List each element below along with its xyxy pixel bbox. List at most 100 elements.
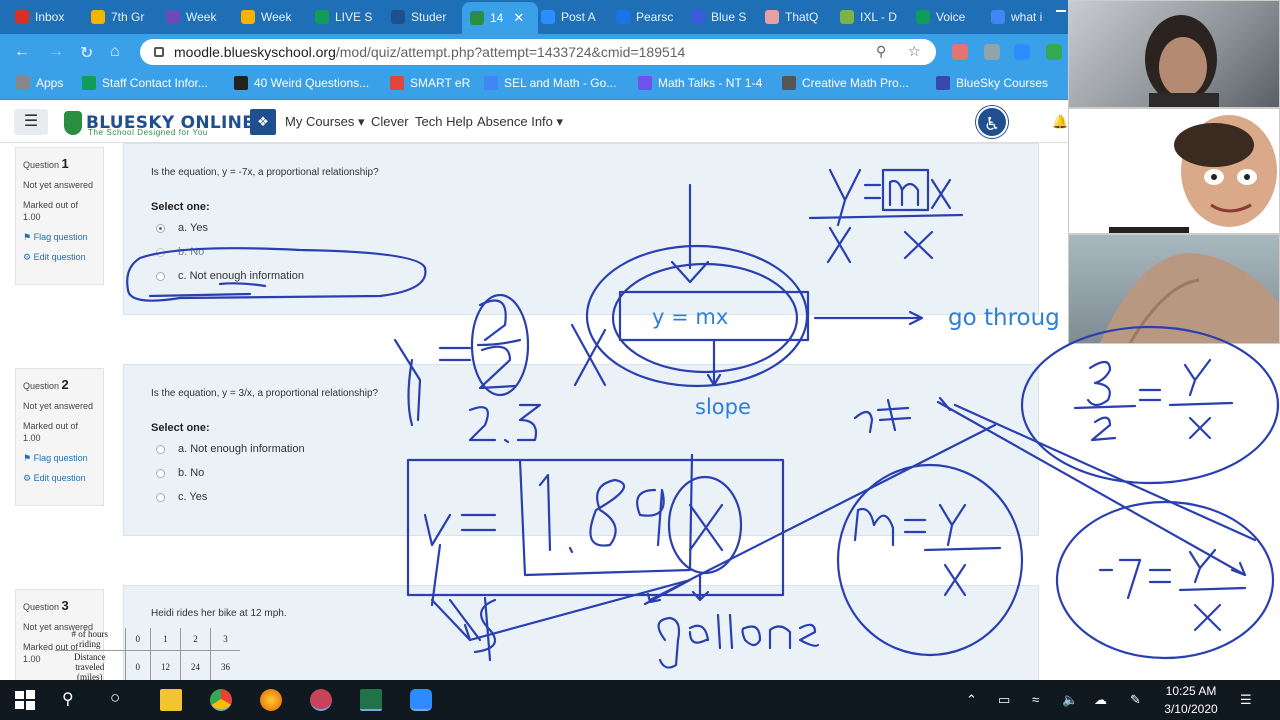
reload-icon[interactable]: ↻ [80, 43, 93, 63]
shield-logo-icon [64, 111, 82, 135]
browser-tab[interactable]: Inbox [15, 4, 83, 30]
radio-button[interactable] [156, 468, 165, 478]
windows-start-icon[interactable] [14, 689, 36, 711]
bookmark-item[interactable]: Staff Contact Infor... [82, 76, 208, 90]
onedrive-icon[interactable]: ☁ [1094, 692, 1107, 708]
tab-favicon-icon [15, 10, 29, 24]
answer-option[interactable]: b. No [156, 467, 204, 479]
tab-favicon-icon [916, 10, 930, 24]
nav-menu-item[interactable]: Clever [371, 114, 409, 129]
answer-option[interactable]: a. Yes [156, 222, 208, 234]
zoom-icon[interactable]: ⚲ [876, 43, 886, 60]
firefox-icon[interactable] [260, 689, 282, 711]
bookmark-item[interactable]: 40 Weird Questions... [234, 76, 369, 90]
radio-button[interactable] [156, 492, 165, 502]
pen-icon[interactable]: ✎ [1130, 692, 1141, 708]
option-label: c. Not enough information [178, 270, 304, 282]
notification-bell-icon[interactable]: 🔔 [1052, 114, 1068, 130]
browser-tab[interactable]: Blue S [691, 4, 759, 30]
radio-button[interactable] [156, 271, 165, 281]
wifi-icon[interactable]: ≈ [1032, 692, 1039, 707]
zoom-extension-icon[interactable] [1014, 44, 1030, 60]
question-text: Is the equation, y = -7x, a proportional… [151, 167, 379, 178]
table-cell: 36 [210, 650, 240, 680]
tab-label: 14 [490, 11, 504, 25]
nav-menu-item[interactable]: Tech Help [415, 114, 473, 129]
browser-tab[interactable]: Voice [916, 4, 984, 30]
spreadsheet-app-icon[interactable] [360, 689, 382, 711]
volume-icon[interactable]: 🔈 [1062, 692, 1078, 708]
browser-tab[interactable]: LIVE S [315, 4, 383, 30]
knit-hat-image-icon [1099, 253, 1279, 343]
site-tagline: The School Designed for You [88, 128, 208, 137]
close-tab-icon[interactable]: ✕ [513, 10, 524, 26]
bookmark-item[interactable]: Apps [16, 76, 63, 90]
battery-icon[interactable]: ▭ [998, 692, 1010, 708]
bookmark-star-icon[interactable]: ☆ [908, 43, 921, 60]
chrome-icon[interactable] [210, 689, 232, 711]
accessibility-icon[interactable]: ♿ [976, 106, 1008, 138]
bookmark-item[interactable]: SMART eR [390, 76, 470, 90]
tab-label: Studer [411, 10, 447, 24]
tab-label: Voice [936, 10, 966, 24]
radio-button[interactable] [156, 444, 165, 454]
radio-button[interactable] [156, 223, 165, 233]
clock-date[interactable]: 3/10/2020 [1160, 702, 1222, 716]
edit-question-link[interactable]: ⚙ Edit question [23, 251, 96, 263]
bookmark-label: SEL and Math - Go... [504, 76, 617, 90]
tab-label: LIVE S [335, 10, 373, 24]
screen-recorder-icon[interactable] [310, 689, 332, 711]
browser-tab[interactable]: Week [241, 4, 309, 30]
edit-question-link[interactable]: ⚙ Edit question [23, 472, 96, 484]
site-logo[interactable]: BLUESKY ONLINE The School Designed for Y… [64, 109, 254, 137]
zoom-app-icon[interactable] [410, 689, 432, 711]
edit-question-label: Edit question [33, 252, 86, 262]
clock-time[interactable]: 10:25 AM [1160, 684, 1222, 698]
answer-option[interactable]: c. Yes [156, 491, 207, 503]
nav-menu-item[interactable]: Absence Info ▾ [477, 114, 563, 130]
tab-favicon-icon [241, 10, 255, 24]
search-icon[interactable]: ⚲ [62, 689, 74, 709]
address-bar[interactable]: moodle.blueskyschool.org/mod/quiz/attemp… [140, 39, 936, 65]
table-cell: 3 [210, 628, 240, 651]
home-icon[interactable]: ⌂ [110, 43, 120, 61]
show-hidden-icons-icon[interactable]: ⌃ [966, 692, 977, 708]
extension-icon[interactable] [984, 44, 1000, 60]
nav-menu-item[interactable]: My Courses ▾ [285, 114, 365, 130]
file-explorer-icon[interactable] [160, 689, 182, 711]
bookmark-item[interactable]: Creative Math Pro... [782, 76, 909, 90]
browser-tab[interactable]: 7th Gr [91, 4, 159, 30]
browser-tab[interactable]: IXL - D [840, 4, 908, 30]
browser-tab[interactable]: what i [991, 4, 1059, 30]
flag-question-link[interactable]: ⚑ Flag question [23, 452, 96, 464]
dashboard-icon[interactable]: ❖ [250, 109, 276, 135]
browser-tab[interactable]: Studer [391, 4, 459, 30]
answer-option[interactable]: a. Not enough information [156, 443, 305, 455]
radio-button[interactable] [156, 247, 165, 257]
bookmark-item[interactable]: SEL and Math - Go... [484, 76, 616, 90]
answer-option[interactable]: b. No [156, 246, 204, 258]
option-label: c. Yes [178, 491, 208, 503]
table-row-header: # of hours riding [55, 628, 125, 651]
browser-tab[interactable]: 14 ✕ [462, 2, 538, 34]
flag-question-label: Flag question [33, 453, 88, 463]
cortana-icon[interactable]: ○ [110, 688, 120, 708]
bookmark-item[interactable]: Math Talks - NT 1-4 [638, 76, 762, 90]
option-label: b. No [178, 246, 205, 258]
question-info: Question 1 Not yet answered Marked out o… [15, 147, 104, 285]
evernote-extension-icon[interactable] [1046, 44, 1062, 60]
answer-option[interactable]: c. Not enough information [156, 270, 304, 282]
minimize-window-icon[interactable] [1056, 10, 1066, 12]
browser-tab[interactable]: Week [166, 4, 234, 30]
back-icon[interactable]: ← [14, 43, 30, 61]
browser-tab[interactable]: Post A [541, 4, 609, 30]
nav-menu-label: My Courses [285, 114, 355, 129]
notifications-icon[interactable]: ☰ [1240, 692, 1252, 708]
flag-question-link[interactable]: ⚑ Flag question [23, 231, 96, 243]
menu-toggle-button[interactable]: ☰ [14, 109, 48, 135]
bookmark-item[interactable]: BlueSky Courses [936, 76, 1048, 90]
forward-icon[interactable]: → [48, 43, 64, 61]
extension-icon[interactable] [952, 44, 968, 60]
browser-tab[interactable]: Pearsc [616, 4, 684, 30]
browser-tab[interactable]: ThatQ [765, 4, 833, 30]
